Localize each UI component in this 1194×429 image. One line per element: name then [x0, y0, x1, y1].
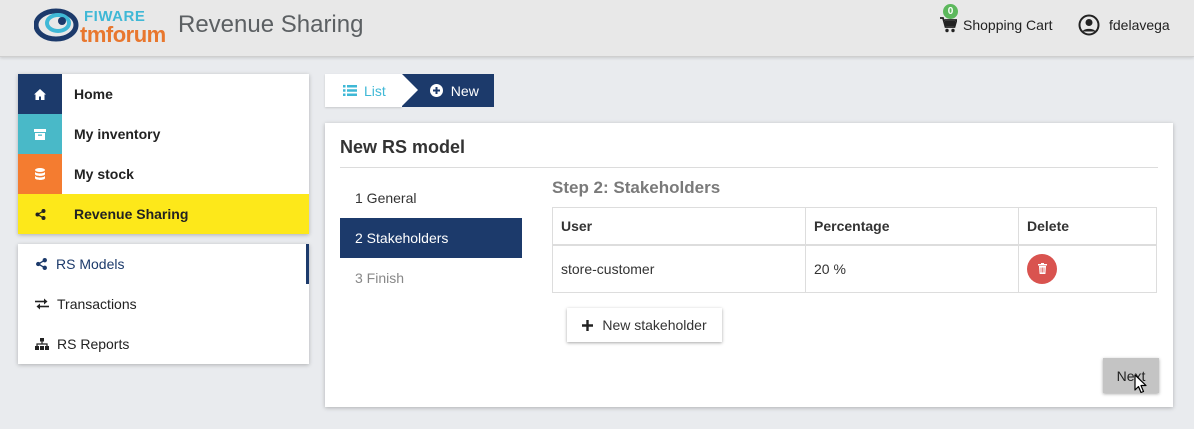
shopping-cart-link[interactable]: 0 Shopping Cart — [940, 4, 1053, 37]
nav-item-my-inventory[interactable]: My inventory — [18, 114, 309, 154]
breadcrumb-new-current: New — [401, 74, 494, 107]
breadcrumb-list-link[interactable]: List — [325, 74, 402, 107]
column-header-user: User — [552, 207, 806, 246]
archive-icon — [18, 114, 62, 154]
username: fdelavega — [1109, 17, 1170, 33]
nav-item-label: Revenue Sharing — [74, 206, 189, 222]
cart-label: Shopping Cart — [963, 17, 1053, 33]
share-icon — [36, 258, 47, 270]
user-avatar-icon — [1078, 14, 1100, 36]
database-icon — [18, 154, 62, 194]
nav-item-label: Home — [74, 86, 113, 102]
fiware-tmforum-logo[interactable]: FIWARE tmforum — [34, 5, 174, 47]
panel-divider — [340, 167, 1158, 168]
subnav-item-rs-models[interactable]: RS Models — [18, 244, 309, 284]
nav-item-home[interactable]: Home — [18, 74, 309, 114]
column-header-percentage: Percentage — [805, 207, 1019, 246]
exchange-icon — [35, 298, 49, 310]
cart-count-badge: 0 — [943, 4, 958, 19]
new-stakeholder-button[interactable]: New stakeholder — [567, 308, 722, 342]
list-icon — [343, 85, 357, 96]
sitemap-icon — [35, 338, 49, 350]
stakeholder-delete-cell — [1018, 244, 1157, 293]
nav-item-label: My inventory — [74, 126, 161, 142]
breadcrumb-new-label: New — [450, 82, 479, 99]
table-row: store-customer 20 % — [552, 244, 1157, 293]
stakeholder-user-cell: store-customer — [552, 244, 806, 293]
subnav-item-label: Transactions — [57, 296, 137, 312]
mouse-pointer-icon — [1134, 374, 1147, 394]
main-nav: Home My inventory My stock Revenue Shari… — [18, 74, 309, 234]
trash-icon — [1037, 263, 1047, 275]
breadcrumb-list-label: List — [364, 82, 386, 99]
subnav-item-rs-reports[interactable]: RS Reports — [18, 324, 309, 364]
next-button[interactable]: Next — [1103, 358, 1159, 393]
logo-tmforum-text: tmforum — [80, 22, 166, 47]
plus-circle-icon — [429, 84, 443, 97]
new-stakeholder-label: New stakeholder — [602, 317, 707, 333]
wizard-steps: 1 General 2 Stakeholders 3 Finish — [340, 178, 522, 298]
subnav-item-label: RS Models — [56, 256, 125, 272]
user-menu[interactable]: fdelavega — [1078, 13, 1170, 37]
plus-icon — [582, 319, 594, 331]
nav-item-my-stock[interactable]: My stock — [18, 154, 309, 194]
table-header-row: User Percentage Delete — [552, 207, 1157, 246]
subnav-item-label: RS Reports — [57, 336, 130, 352]
home-icon — [18, 74, 62, 114]
step-stakeholders[interactable]: 2 Stakeholders — [340, 218, 522, 258]
step-finish: 3 Finish — [355, 270, 405, 286]
cart-icon — [940, 17, 957, 33]
share-icon — [18, 194, 62, 234]
step-general[interactable]: 1 General — [340, 178, 522, 218]
column-header-delete: Delete — [1018, 207, 1157, 246]
step-heading: Step 2: Stakeholders — [552, 178, 721, 197]
nav-item-revenue-sharing[interactable]: Revenue Sharing — [18, 194, 309, 234]
revenue-sharing-subnav: RS Models Transactions RS Reports — [18, 244, 309, 364]
nav-item-label: My stock — [74, 166, 134, 182]
logo-swirl-icon — [34, 8, 79, 42]
stakeholder-percentage-cell: 20 % — [805, 244, 1019, 293]
breadcrumb: List New — [325, 74, 494, 107]
stakeholders-table: User Percentage Delete store-customer 20… — [552, 207, 1157, 293]
panel-title: New RS model — [340, 137, 466, 157]
top-header: FIWARE tmforum Revenue Sharing 0 Shoppin… — [0, 0, 1194, 57]
app-title: Revenue Sharing — [178, 11, 364, 38]
subnav-item-transactions[interactable]: Transactions — [18, 284, 309, 324]
delete-stakeholder-button[interactable] — [1027, 253, 1057, 284]
new-rs-model-panel: New RS model 1 General 2 Stakeholders 3 … — [325, 123, 1173, 407]
